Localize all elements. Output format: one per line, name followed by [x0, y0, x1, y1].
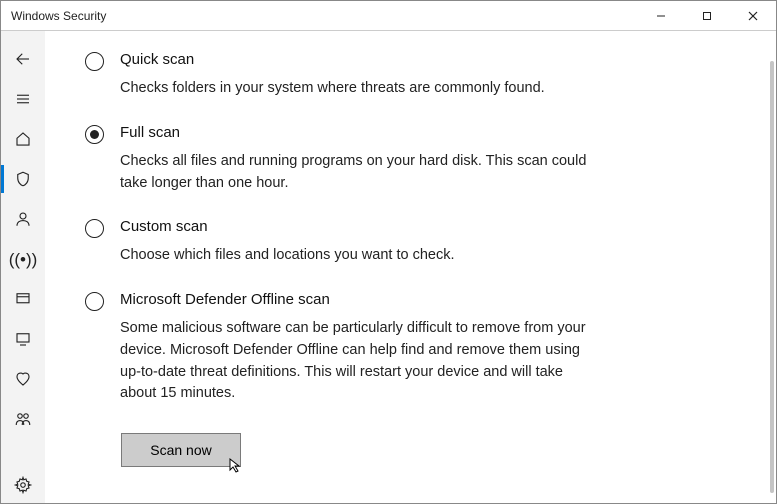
account-icon: [14, 210, 32, 228]
radio-quick-scan[interactable]: [85, 52, 104, 71]
titlebar: Windows Security: [1, 1, 776, 31]
option-title: Full scan: [120, 124, 716, 141]
option-desc: Some malicious software can be particula…: [120, 318, 600, 405]
sidebar-menu[interactable]: [1, 81, 45, 117]
back-icon: [14, 50, 32, 68]
sidebar-app-browser[interactable]: [1, 281, 45, 317]
sidebar-back[interactable]: [1, 41, 45, 77]
option-text: Quick scan Checks folders in your system…: [120, 51, 716, 100]
sidebar-device-security[interactable]: [1, 321, 45, 357]
sidebar-firewall[interactable]: ((•)): [1, 241, 45, 277]
option-desc: Checks all files and running programs on…: [120, 151, 600, 195]
maximize-icon: [702, 11, 712, 21]
option-title: Custom scan: [120, 218, 716, 235]
menu-icon: [14, 90, 32, 108]
window-root: Windows Security: [0, 0, 777, 504]
body: ((•)) Qui: [1, 31, 776, 503]
firewall-icon: ((•)): [9, 251, 38, 268]
settings-icon: [14, 476, 32, 494]
option-text: Microsoft Defender Offline scan Some mal…: [120, 291, 716, 405]
option-custom-scan[interactable]: Custom scan Choose which files and locat…: [85, 218, 716, 267]
option-desc: Checks folders in your system where thre…: [120, 78, 600, 100]
home-icon: [14, 130, 32, 148]
shield-icon: [14, 170, 32, 188]
option-title: Microsoft Defender Offline scan: [120, 291, 716, 308]
scan-options: Quick scan Checks folders in your system…: [45, 31, 776, 503]
minimize-button[interactable]: [638, 1, 684, 31]
scan-now-label: Scan now: [150, 442, 211, 458]
option-text: Custom scan Choose which files and locat…: [120, 218, 716, 267]
sidebar-account-protection[interactable]: [1, 201, 45, 237]
family-icon: [14, 410, 32, 428]
app-browser-icon: [14, 290, 32, 308]
sidebar: ((•)): [1, 31, 45, 503]
option-text: Full scan Checks all files and running p…: [120, 124, 716, 195]
sidebar-settings[interactable]: [1, 467, 45, 503]
cursor-icon: [228, 457, 244, 476]
window-title: Windows Security: [11, 9, 638, 23]
sidebar-home[interactable]: [1, 121, 45, 157]
content-area: Quick scan Checks folders in your system…: [45, 31, 776, 503]
minimize-icon: [656, 11, 666, 21]
scrollbar[interactable]: [770, 61, 774, 493]
option-full-scan[interactable]: Full scan Checks all files and running p…: [85, 124, 716, 195]
radio-offline-scan[interactable]: [85, 292, 104, 311]
maximize-button[interactable]: [684, 1, 730, 31]
sidebar-family[interactable]: [1, 401, 45, 437]
radio-full-scan[interactable]: [85, 125, 104, 144]
option-offline-scan[interactable]: Microsoft Defender Offline scan Some mal…: [85, 291, 716, 405]
option-desc: Choose which files and locations you wan…: [120, 245, 600, 267]
option-title: Quick scan: [120, 51, 716, 68]
device-health-icon: [14, 370, 32, 388]
scan-now-button[interactable]: Scan now: [121, 433, 241, 467]
sidebar-device-health[interactable]: [1, 361, 45, 397]
close-icon: [748, 11, 758, 21]
device-security-icon: [14, 330, 32, 348]
close-button[interactable]: [730, 1, 776, 31]
option-quick-scan[interactable]: Quick scan Checks folders in your system…: [85, 51, 716, 100]
sidebar-virus-protection[interactable]: [1, 161, 45, 197]
radio-custom-scan[interactable]: [85, 219, 104, 238]
